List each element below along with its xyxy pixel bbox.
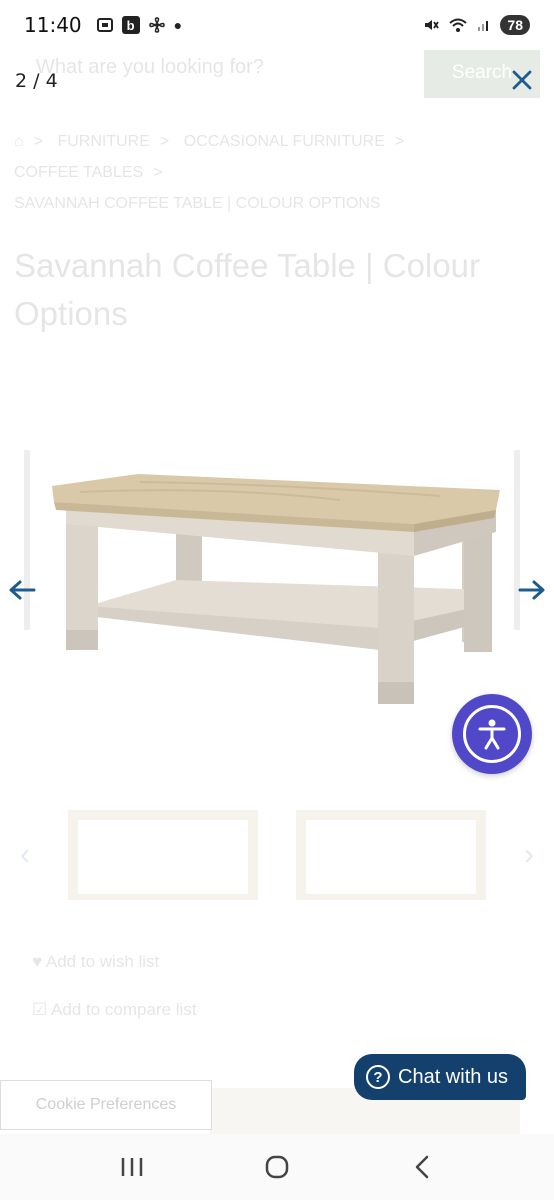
breadcrumb-item: FURNITURE <box>57 133 150 150</box>
home-nav-icon <box>265 1155 289 1179</box>
breadcrumb-item: OCCASIONAL FURNITURE <box>183 133 385 150</box>
mute-icon <box>422 16 440 34</box>
recents-button[interactable] <box>107 1142 157 1192</box>
back-button[interactable] <box>397 1142 447 1192</box>
chevron-right-icon: › <box>524 838 534 871</box>
dot-icon: ● <box>173 17 183 33</box>
accessibility-button[interactable] <box>452 694 532 774</box>
previous-image-button[interactable] <box>6 574 38 606</box>
pinwheel-icon <box>148 16 166 34</box>
arrow-left-icon <box>9 580 36 600</box>
recents-icon <box>122 1158 143 1176</box>
thumbnail-strip: ‹ › <box>20 800 534 910</box>
home-button[interactable] <box>252 1142 302 1192</box>
battery-indicator: 78 <box>500 15 530 35</box>
system-nav-bar <box>0 1134 554 1200</box>
compare-link: ☑ Add to compare list <box>32 1000 197 1019</box>
search-input: What are you looking for? <box>36 56 264 78</box>
product-image[interactable] <box>20 420 534 740</box>
status-left-icons: b ● <box>96 16 182 34</box>
chat-button[interactable]: ? Chat with us <box>354 1054 526 1100</box>
breadcrumb-item: COFFEE TABLES <box>14 164 144 181</box>
status-time: 11:40 <box>24 13 82 37</box>
chevron-left-icon: ‹ <box>20 838 30 871</box>
wishlist-link: ♥ Add to wish list <box>32 952 160 971</box>
back-icon <box>415 1155 428 1179</box>
wifi-icon <box>448 16 468 34</box>
close-button[interactable] <box>506 64 538 96</box>
accessibility-icon <box>463 705 521 763</box>
image-counter: 2 / 4 <box>15 70 58 92</box>
page-title: Savannah Coffee Table | Colour Options <box>14 247 481 332</box>
signal-icon <box>476 17 492 33</box>
close-icon <box>512 70 532 90</box>
home-icon: ⌂ <box>14 133 24 150</box>
thumbnail <box>68 810 258 900</box>
question-icon: ? <box>366 1065 390 1089</box>
cookie-preferences-button[interactable]: Cookie Preferences <box>0 1080 212 1130</box>
next-image-button[interactable] <box>516 574 548 606</box>
chat-label: Chat with us <box>398 1065 509 1088</box>
screenshot-icon <box>96 16 114 34</box>
breadcrumb-item: SAVANNAH COFFEE TABLE | COLOUR OPTIONS <box>14 195 381 212</box>
arrow-right-icon <box>518 580 545 600</box>
status-right-icons: 78 <box>422 15 530 35</box>
status-bar: 11:40 b ● 78 <box>0 0 554 50</box>
thumbnail <box>296 810 486 900</box>
b-app-icon: b <box>121 16 140 34</box>
breadcrumb: ⌂ > FURNITURE > OCCASIONAL FURNITURE > COFF… <box>14 133 405 212</box>
